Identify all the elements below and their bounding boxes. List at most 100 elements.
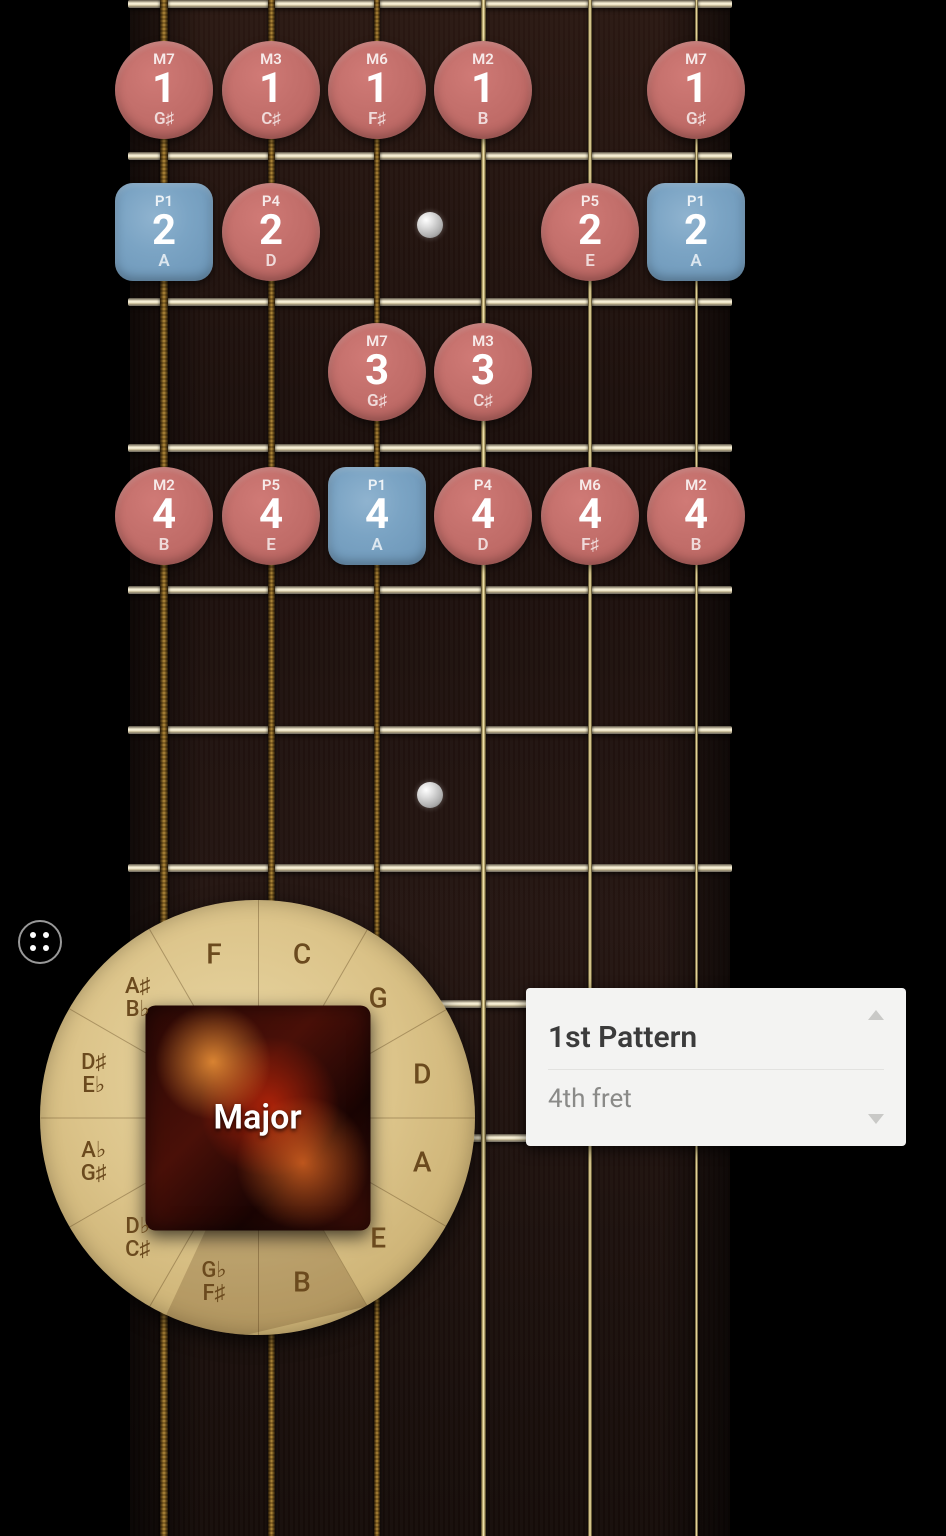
note-name: C♯ [473, 393, 493, 410]
key-F[interactable]: F [206, 939, 221, 968]
note-interval: M3 [472, 334, 494, 349]
note-name: D [265, 253, 276, 270]
note-name: E [266, 537, 276, 554]
note-finger: 1 [152, 68, 176, 110]
fret-selector[interactable]: 4th fret [548, 1069, 884, 1128]
note-interval: P1 [368, 478, 386, 493]
fret-wire [128, 444, 732, 452]
string-4 [481, 0, 486, 1536]
note-marker[interactable]: M24B [115, 467, 213, 565]
pattern-label: 1st Pattern [548, 1020, 884, 1055]
note-interval: P4 [474, 478, 492, 493]
note-name: A [371, 537, 382, 554]
note-finger: 1 [259, 68, 283, 110]
options-button[interactable] [18, 920, 62, 964]
note-marker[interactable]: P44D [434, 467, 532, 565]
note-name: F♯ [581, 537, 599, 554]
note-finger: 1 [471, 68, 495, 110]
fret-wire [128, 864, 732, 872]
note-finger: 4 [578, 494, 602, 536]
note-interval: M7 [685, 52, 707, 67]
pattern-fret-selector: 1st Pattern 4th fret [526, 988, 906, 1146]
note-interval: P4 [262, 194, 280, 209]
note-interval: M2 [472, 52, 494, 67]
key-G[interactable]: G [369, 983, 388, 1012]
note-name: G♯ [154, 111, 174, 128]
note-interval: M7 [366, 334, 388, 349]
fret-inlay [417, 212, 443, 238]
note-finger: 2 [578, 210, 602, 252]
note-interval: P5 [581, 194, 599, 209]
note-interval: M2 [685, 478, 707, 493]
note-interval: M3 [260, 52, 282, 67]
key-C[interactable]: C [293, 939, 311, 968]
key-wheel[interactable]: Major C G D A E B G♭F♯ D♭C♯ A♭G♯ D♯E♭ A♯B♭ F [40, 900, 475, 1335]
note-marker[interactable]: M71G♯ [115, 41, 213, 139]
fret-wire [128, 152, 732, 160]
fret-wire [128, 298, 732, 306]
note-marker[interactable]: P42D [222, 183, 320, 281]
note-name: G♯ [686, 111, 706, 128]
note-marker[interactable]: P54E [222, 467, 320, 565]
key-A[interactable]: A [413, 1147, 432, 1176]
note-finger: 2 [259, 210, 283, 252]
note-interval: P1 [687, 194, 705, 209]
note-marker[interactable]: M24B [647, 467, 745, 565]
key-D♯E♭[interactable]: D♯E♭ [81, 1051, 106, 1097]
string-3 [374, 0, 380, 1536]
note-finger: 1 [684, 68, 708, 110]
note-name: A [158, 253, 169, 270]
key-G♭F♯[interactable]: G♭F♯ [201, 1259, 226, 1305]
key-E[interactable]: E [370, 1224, 386, 1253]
note-marker[interactable]: P12A [647, 183, 745, 281]
note-marker[interactable]: M61F♯ [328, 41, 426, 139]
note-name: F♯ [368, 111, 386, 128]
note-name: B [159, 537, 170, 554]
note-finger: 2 [684, 210, 708, 252]
note-finger: 4 [259, 494, 283, 536]
key-D[interactable]: D [413, 1059, 431, 1088]
key-B[interactable]: B [293, 1268, 311, 1297]
note-name: A [690, 253, 701, 270]
caret-down-icon [868, 1114, 884, 1124]
note-name: G♯ [367, 393, 387, 410]
scale-type-label: Major [213, 1098, 301, 1138]
note-marker[interactable]: M64F♯ [541, 467, 639, 565]
note-name: B [691, 537, 702, 554]
note-finger: 3 [471, 350, 495, 392]
key-A♭G♯[interactable]: A♭G♯ [81, 1139, 107, 1185]
note-marker[interactable]: M33C♯ [434, 323, 532, 421]
note-interval: M2 [153, 478, 175, 493]
note-marker[interactable]: P14A [328, 467, 426, 565]
fret-wire [128, 0, 732, 8]
key-wheel-center[interactable]: Major [145, 1005, 370, 1230]
note-marker[interactable]: P12A [115, 183, 213, 281]
note-finger: 4 [471, 494, 495, 536]
note-name: B [478, 111, 489, 128]
note-finger: 1 [365, 68, 389, 110]
key-D♭C♯[interactable]: D♭C♯ [125, 1215, 150, 1261]
note-marker[interactable]: M73G♯ [328, 323, 426, 421]
fret-wire [128, 586, 732, 594]
pattern-selector[interactable]: 1st Pattern [548, 1006, 884, 1069]
fret-wire [128, 726, 732, 734]
note-marker[interactable]: M31C♯ [222, 41, 320, 139]
key-A♯B♭[interactable]: A♯B♭ [125, 975, 151, 1021]
note-name: D [477, 537, 488, 554]
note-name: C♯ [261, 111, 281, 128]
note-interval: M6 [366, 52, 388, 67]
note-interval: P1 [155, 194, 173, 209]
note-marker[interactable]: M71G♯ [647, 41, 745, 139]
note-finger: 4 [365, 494, 389, 536]
note-finger: 2 [152, 210, 176, 252]
fret-label: 4th fret [548, 1084, 884, 1114]
note-interval: P5 [262, 478, 280, 493]
caret-up-icon [868, 1010, 884, 1020]
note-finger: 4 [152, 494, 176, 536]
note-finger: 4 [684, 494, 708, 536]
note-marker[interactable]: P52E [541, 183, 639, 281]
fret-inlay [417, 782, 443, 808]
note-finger: 3 [365, 350, 389, 392]
note-marker[interactable]: M21B [434, 41, 532, 139]
note-interval: M6 [579, 478, 601, 493]
